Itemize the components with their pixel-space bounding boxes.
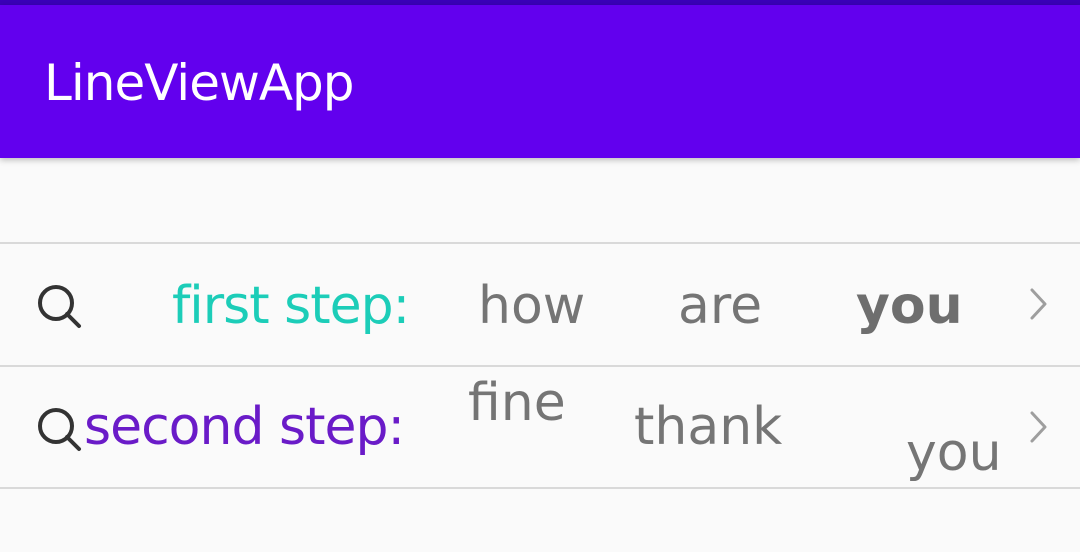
step-word: how <box>478 276 586 336</box>
line-row-first-step[interactable]: first step: how are you <box>0 244 1080 364</box>
line-row-second-step[interactable]: second step: fine thank you <box>0 367 1080 487</box>
step-word: fine <box>468 373 566 433</box>
chevron-right-icon <box>1026 284 1052 324</box>
step-word: you <box>906 423 1002 483</box>
step-label: second step: <box>84 397 405 457</box>
step-label: first step: <box>172 276 410 336</box>
chevron-right-icon <box>1026 407 1052 447</box>
divider-bottom <box>0 487 1080 489</box>
search-icon[interactable] <box>32 279 86 333</box>
step-word-highlighted: you <box>856 276 963 336</box>
app-title: LineViewApp <box>44 54 355 112</box>
app-bar: LineViewApp <box>0 5 1080 158</box>
search-icon[interactable] <box>32 402 86 456</box>
step-word: are <box>678 276 763 336</box>
step-word: thank <box>634 397 783 457</box>
